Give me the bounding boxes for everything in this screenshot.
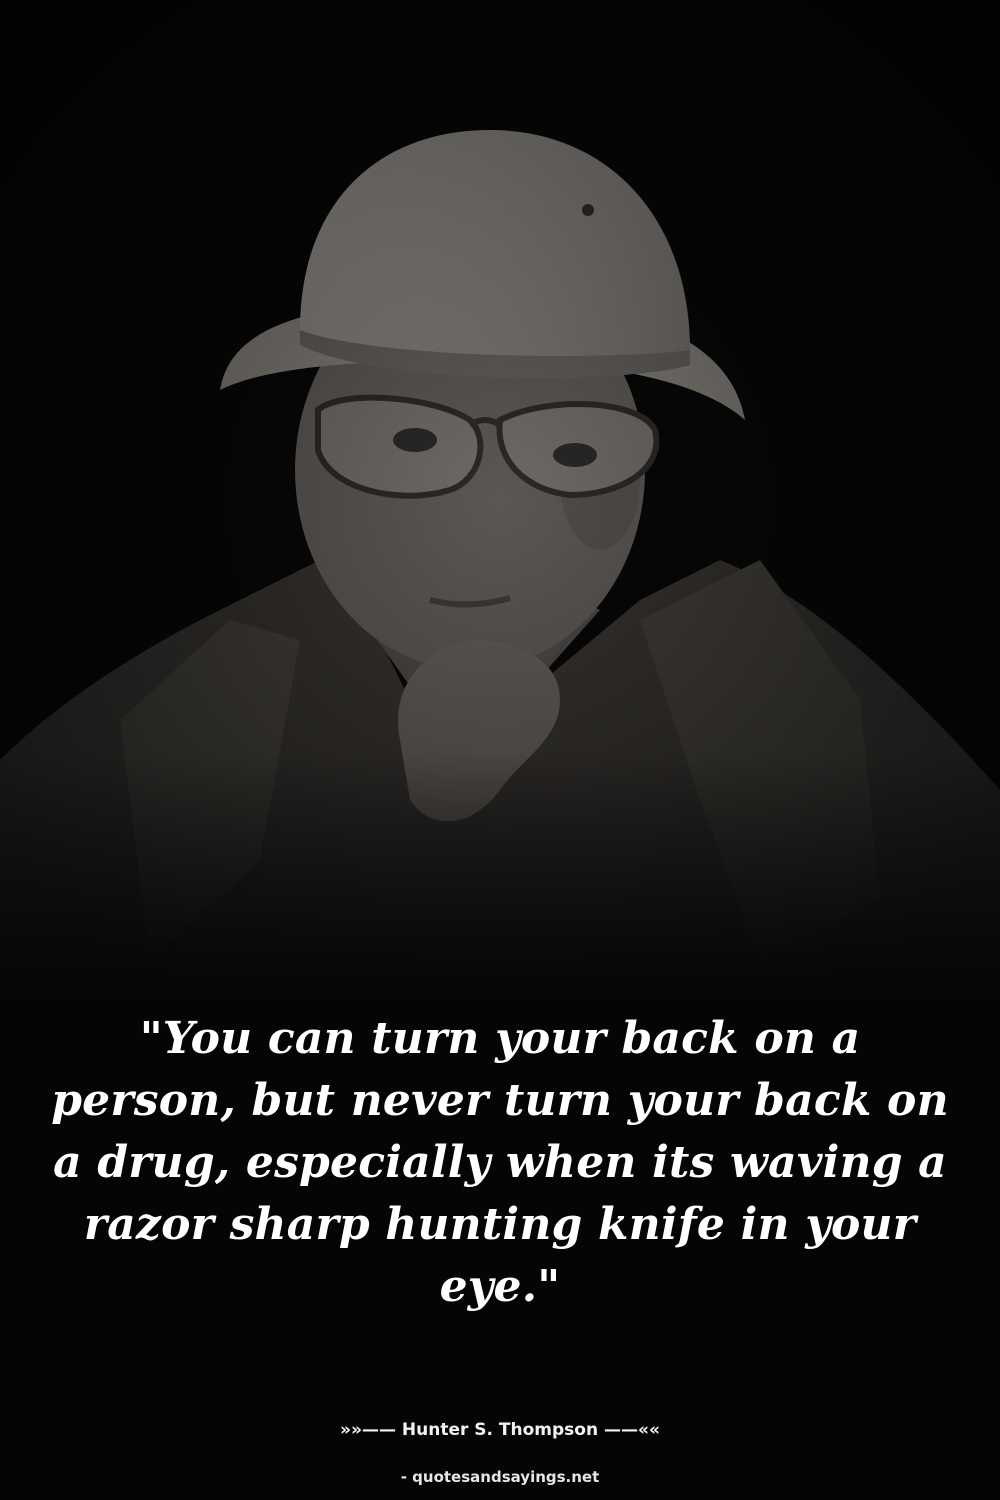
- author-attribution: »»—— Hunter S. Thompson ——««: [340, 1420, 660, 1440]
- portrait-photo: [0, 0, 1000, 1000]
- source-watermark: - quotesandsayings.net: [400, 1468, 600, 1486]
- quote-text: "You can turn your back on a person, but…: [51, 1013, 949, 1312]
